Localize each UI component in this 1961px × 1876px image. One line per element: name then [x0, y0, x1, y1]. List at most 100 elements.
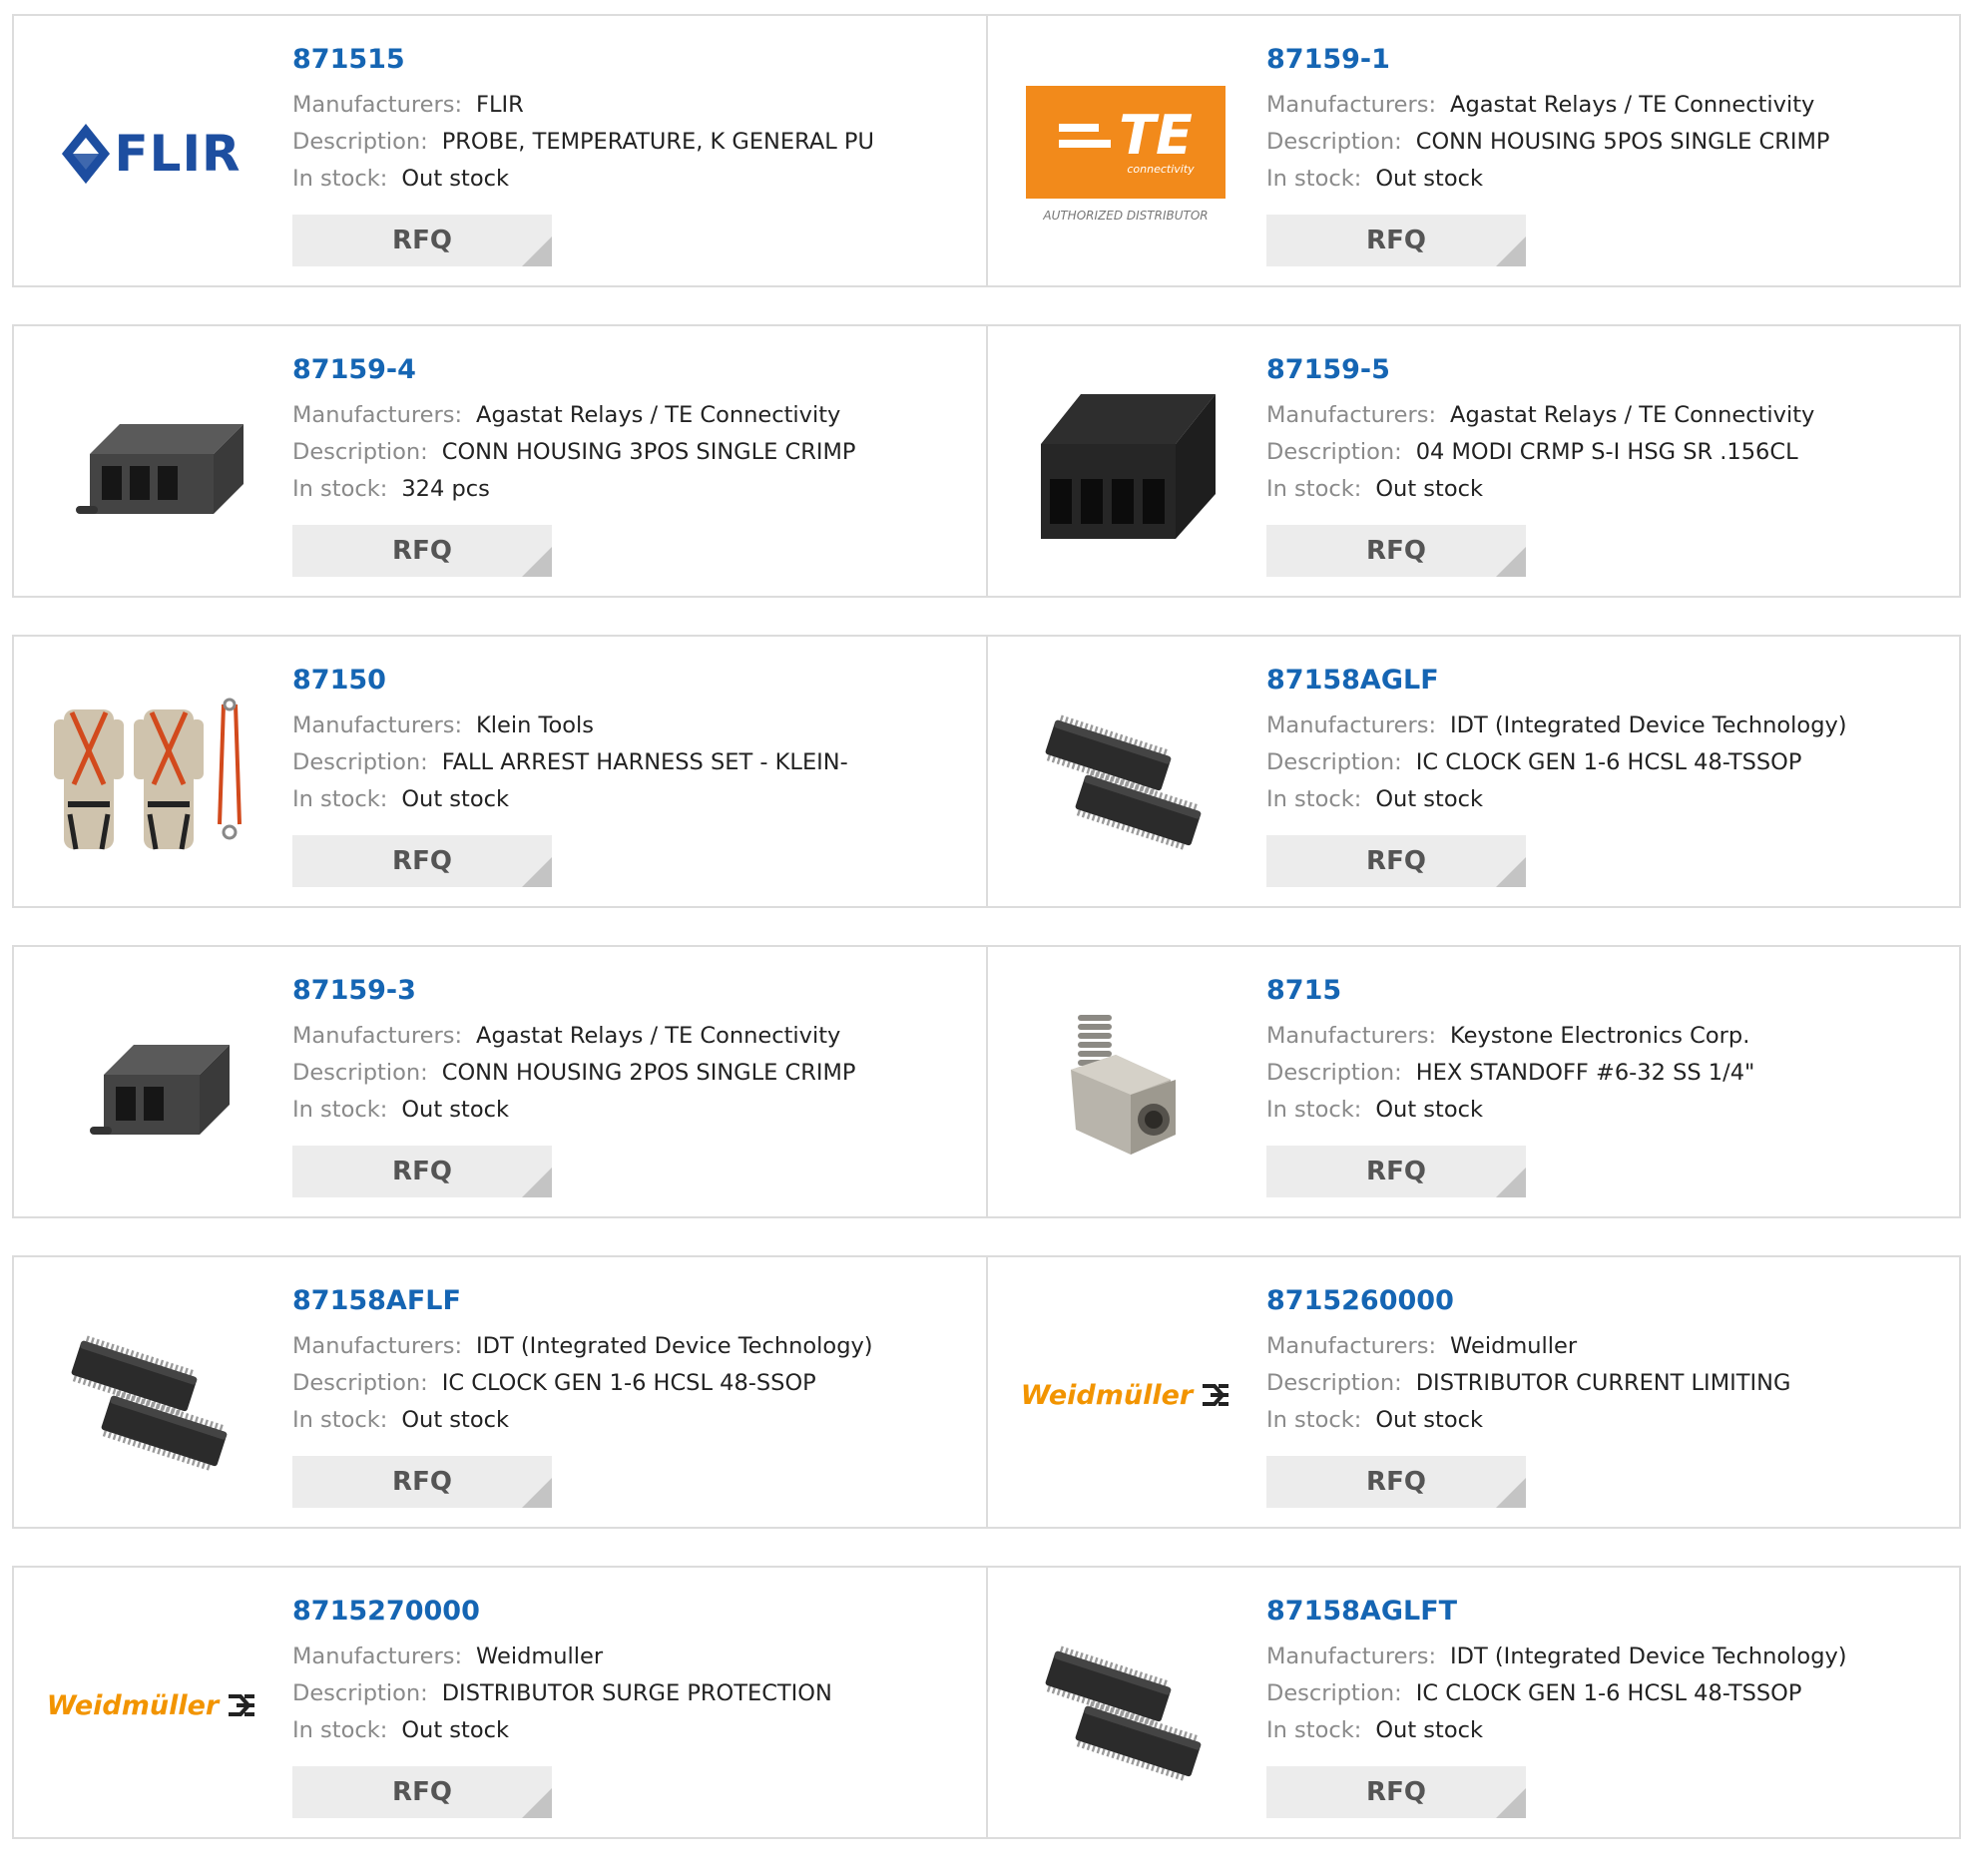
part-number-link[interactable]: 8715260000 [1266, 1287, 1949, 1314]
part-number-link[interactable]: 87158AFLF [292, 1287, 976, 1314]
description-value: CONN HOUSING 3POS SINGLE CRIMP [441, 439, 856, 465]
description-value: IC CLOCK GEN 1-6 HCSL 48-TSSOP [1415, 1680, 1802, 1706]
stock-value: Out stock [1375, 476, 1483, 502]
manufacturer-line: Manufacturers: Weidmuller [1266, 1328, 1949, 1365]
product-card: 87158AGLFT Manufacturers: IDT (Integrated… [986, 1566, 1961, 1839]
part-number-link[interactable]: 8715 [1266, 977, 1949, 1004]
corner-triangle-icon [1496, 1168, 1526, 1197]
part-number-link[interactable]: 87159-5 [1266, 356, 1949, 383]
rfq-button-label: RFQ [1366, 226, 1426, 255]
rfq-button[interactable]: RFQ [292, 1456, 552, 1508]
description-line: Description: CONN HOUSING 3POS SINGLE CRI… [292, 434, 976, 471]
part-number-link[interactable]: 8715270000 [292, 1598, 976, 1625]
stock-value: Out stock [401, 1407, 509, 1433]
product-image[interactable] [1026, 675, 1226, 874]
rfq-button[interactable]: RFQ [292, 835, 552, 887]
description-line: Description: HEX STANDOFF #6-32 SS 1/4" [1266, 1055, 1949, 1092]
part-number-link[interactable]: 87159-1 [1266, 46, 1949, 73]
description-line: Description: IC CLOCK GEN 1-6 HCSL 48-TSS… [1266, 1675, 1949, 1712]
rfq-button[interactable]: RFQ [1266, 835, 1526, 887]
manufacturers-label: Manufacturers: [1266, 402, 1437, 428]
product-image[interactable]: FLIR [52, 54, 251, 253]
rfq-button[interactable]: RFQ [1266, 525, 1526, 577]
stock-line: In stock: Out stock [292, 161, 976, 198]
stock-line: In stock: Out stock [292, 781, 976, 818]
in-stock-label: In stock: [292, 1097, 388, 1123]
rfq-button[interactable]: RFQ [1266, 1146, 1526, 1197]
description-value: 04 MODI CRMP S-I HSG SR .156CL [1415, 439, 1798, 465]
product-image[interactable] [1026, 1606, 1226, 1805]
product-row: 87159-3 Manufacturers: Agastat Relays / T… [12, 945, 1961, 1218]
part-number-link[interactable]: 871515 [292, 46, 976, 73]
rfq-button[interactable]: RFQ [1266, 1766, 1526, 1818]
corner-triangle-icon [1496, 236, 1526, 266]
product-info: 87159-4 Manufacturers: Agastat Relays / T… [292, 356, 976, 508]
rfq-button-label: RFQ [1366, 536, 1426, 566]
corner-triangle-icon [522, 547, 552, 577]
corner-triangle-icon [522, 1478, 552, 1508]
product-image[interactable] [1026, 985, 1226, 1184]
description-label: Description: [1266, 1060, 1402, 1086]
in-stock-label: In stock: [1266, 1097, 1362, 1123]
in-stock-label: In stock: [292, 166, 388, 192]
product-image[interactable] [52, 364, 251, 564]
manufacturer-line: Manufacturers: Keystone Electronics Corp. [1266, 1018, 1949, 1055]
product-info: 8715270000 Manufacturers: Weidmuller Desc… [292, 1598, 976, 1749]
description-line: Description: 04 MODI CRMP S-I HSG SR .156… [1266, 434, 1949, 471]
part-number-link[interactable]: 87159-4 [292, 356, 976, 383]
rfq-button[interactable]: RFQ [1266, 1456, 1526, 1508]
description-value: FALL ARREST HARNESS SET - KLEIN- [441, 749, 848, 775]
stock-line: In stock: Out stock [292, 1712, 976, 1749]
manufacturer-line: Manufacturers: Agastat Relays / TE Connec… [1266, 87, 1949, 124]
product-info: 87159-5 Manufacturers: Agastat Relays / T… [1266, 356, 1949, 508]
rfq-button[interactable]: RFQ [292, 1146, 552, 1197]
product-image[interactable]: Weidmüller [1021, 1295, 1229, 1495]
in-stock-label: In stock: [1266, 476, 1362, 502]
description-value: CONN HOUSING 5POS SINGLE CRIMP [1415, 129, 1830, 155]
manufacturer-value: Weidmuller [1450, 1333, 1578, 1359]
weidmuller-logo: Weidmüller [1021, 1380, 1230, 1411]
rfq-button[interactable]: RFQ [292, 525, 552, 577]
product-image[interactable]: TE connectivity AUTHORIZED DISTRIBUTOR [1026, 54, 1226, 253]
product-card: Weidmüller 8715260000 Manufacturers: Weid… [986, 1255, 1961, 1529]
product-image[interactable] [1026, 364, 1226, 564]
stock-line: In stock: Out stock [292, 1092, 976, 1129]
product-row: 87159-4 Manufacturers: Agastat Relays / T… [12, 324, 1961, 598]
rfq-button[interactable]: RFQ [292, 215, 552, 266]
product-image[interactable] [52, 1295, 251, 1495]
manufacturer-value: FLIR [476, 92, 524, 118]
product-image[interactable]: Weidmüller [47, 1606, 255, 1805]
rfq-button-label: RFQ [1366, 1467, 1426, 1497]
manufacturer-value: IDT (Integrated Device Technology) [1450, 712, 1847, 738]
description-label: Description: [1266, 749, 1402, 775]
part-number-link[interactable]: 87158AGLFT [1266, 1598, 1949, 1625]
stock-line: In stock: Out stock [1266, 1712, 1949, 1749]
in-stock-label: In stock: [292, 476, 388, 502]
product-card: 87159-5 Manufacturers: Agastat Relays / T… [986, 324, 1961, 598]
rfq-button[interactable]: RFQ [1266, 215, 1526, 266]
manufacturer-value: Agastat Relays / TE Connectivity [476, 1023, 841, 1049]
manufacturer-line: Manufacturers: Klein Tools [292, 707, 976, 744]
part-number-link[interactable]: 87159-3 [292, 977, 976, 1004]
manufacturer-line: Manufacturers: Agastat Relays / TE Connec… [292, 1018, 976, 1055]
part-number-link[interactable]: 87158AGLF [1266, 667, 1949, 694]
description-line: Description: IC CLOCK GEN 1-6 HCSL 48-SSO… [292, 1365, 976, 1402]
product-info: 87159-1 Manufacturers: Agastat Relays / T… [1266, 46, 1949, 198]
in-stock-label: In stock: [1266, 166, 1362, 192]
product-grid: FLIR 871515 Manufacturers: FLIR Descripti… [12, 14, 1961, 1876]
manufacturer-value: Agastat Relays / TE Connectivity [1450, 92, 1815, 118]
description-label: Description: [292, 1680, 428, 1706]
product-row: FLIR 871515 Manufacturers: FLIR Descripti… [12, 14, 1961, 287]
flir-logo: FLIR [62, 124, 241, 184]
part-number-link[interactable]: 87150 [292, 667, 976, 694]
product-card: Weidmüller 8715270000 Manufacturers: Weid… [12, 1566, 988, 1839]
stock-value: Out stock [401, 166, 509, 192]
rfq-button[interactable]: RFQ [292, 1766, 552, 1818]
description-value: IC CLOCK GEN 1-6 HCSL 48-SSOP [441, 1370, 816, 1396]
product-image[interactable] [52, 985, 251, 1184]
product-image[interactable] [52, 675, 251, 874]
manufacturer-line: Manufacturers: FLIR [292, 87, 976, 124]
rfq-button-label: RFQ [392, 536, 452, 566]
manufacturer-line: Manufacturers: Weidmuller [292, 1639, 976, 1675]
product-info: 87158AFLF Manufacturers: IDT (Integrated … [292, 1287, 976, 1439]
